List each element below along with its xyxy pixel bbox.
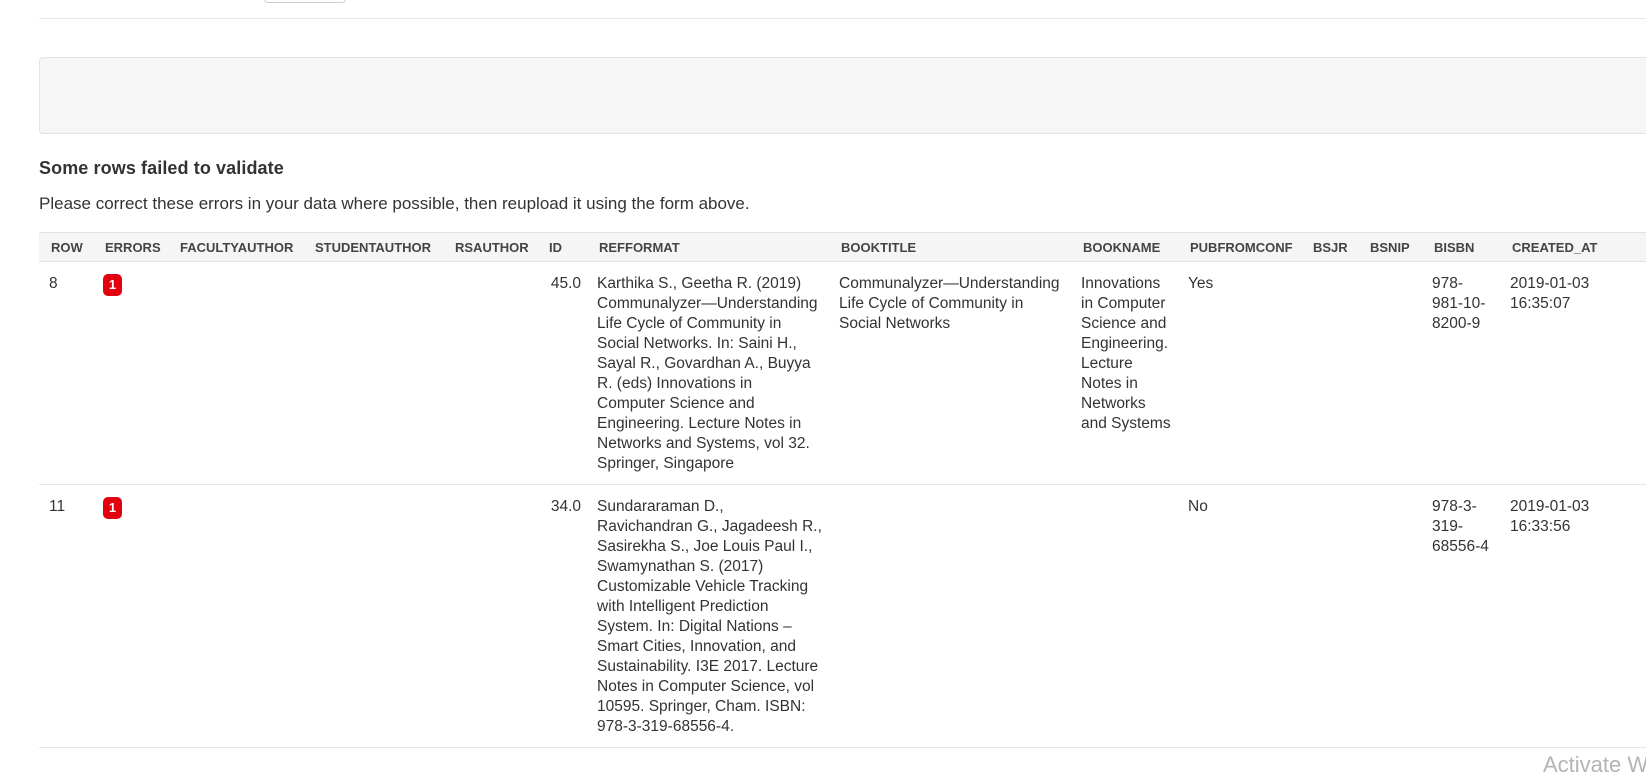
cell-bisbn: 978-3-319-68556-4 [1422,484,1500,748]
table-row: 11 1 34.0 Sundararaman D., Ravichandran … [39,484,1646,748]
error-count-badge[interactable]: 1 [103,274,122,296]
table-row: 8 1 45.0 Karthika S., Geetha R. (2019) C… [39,261,1646,485]
top-divider [39,18,1646,19]
cell-created-at: 2019-01-03 16:33:56 [1500,484,1646,748]
table-header-row: ROW ERRORS FACULTYAUTHOR STUDENTAUTHOR R… [39,232,1646,262]
column-header-pubfromconf[interactable]: PUBFROMCONF [1178,232,1301,262]
validation-message: Please correct these errors in your data… [39,194,750,213]
cell-booktitle [829,484,1071,748]
cell-refformat: Karthika S., Geetha R. (2019) Communalyz… [587,261,829,485]
validation-errors-table: ROW ERRORS FACULTYAUTHOR STUDENTAUTHOR R… [39,232,1646,748]
cell-created-at: 2019-01-03 16:35:07 [1500,261,1646,485]
column-header-refformat[interactable]: REFFORMAT [587,232,829,262]
cell-id: 34.0 [537,484,587,748]
column-header-bookname[interactable]: BOOKNAME [1071,232,1178,262]
activate-windows-watermark: Activate W [1543,752,1646,777]
column-header-bisbn[interactable]: BISBN [1422,232,1500,262]
column-header-facultyauthor[interactable]: FACULTYAUTHOR [168,232,303,262]
cell-id: 45.0 [537,261,587,485]
cell-rsauthor [443,484,537,748]
upload-form-well [39,57,1646,134]
cell-row-number: 11 [39,484,93,748]
error-count-badge[interactable]: 1 [103,497,122,519]
cell-bsjr [1301,484,1358,748]
column-header-bsjr[interactable]: BSJR [1301,232,1358,262]
upload-button-edge[interactable] [264,0,346,3]
cell-facultyauthor [168,261,303,485]
column-header-studentauthor[interactable]: STUDENTAUTHOR [303,232,443,262]
cell-refformat: Sundararaman D., Ravichandran G., Jagade… [587,484,829,748]
cell-facultyauthor [168,484,303,748]
cell-bsnip [1358,484,1422,748]
cell-studentauthor [303,261,443,485]
validation-heading: Some rows failed to validate [39,158,284,178]
cell-booktitle: Communalyzer—Understanding Life Cycle of… [829,261,1071,485]
cell-pubfromconf: No [1178,484,1301,748]
cell-bisbn: 978-981-10-8200-9 [1422,261,1500,485]
column-header-errors[interactable]: ERRORS [93,232,168,262]
column-header-row[interactable]: ROW [39,232,93,262]
cell-bsnip [1358,261,1422,485]
cell-row-number: 8 [39,261,93,485]
column-header-created-at[interactable]: CREATED_AT [1500,232,1646,262]
column-header-id[interactable]: ID [537,232,587,262]
cell-studentauthor [303,484,443,748]
cell-bookname [1071,484,1178,748]
cell-bookname: Innovations in Computer Science and Engi… [1071,261,1178,485]
column-header-rsauthor[interactable]: RSAUTHOR [443,232,537,262]
cell-bsjr [1301,261,1358,485]
cell-pubfromconf: Yes [1178,261,1301,485]
cell-rsauthor [443,261,537,485]
cell-errors: 1 [93,484,168,748]
cell-errors: 1 [93,261,168,485]
column-header-booktitle[interactable]: BOOKTITLE [829,232,1071,262]
column-header-bsnip[interactable]: BSNIP [1358,232,1422,262]
